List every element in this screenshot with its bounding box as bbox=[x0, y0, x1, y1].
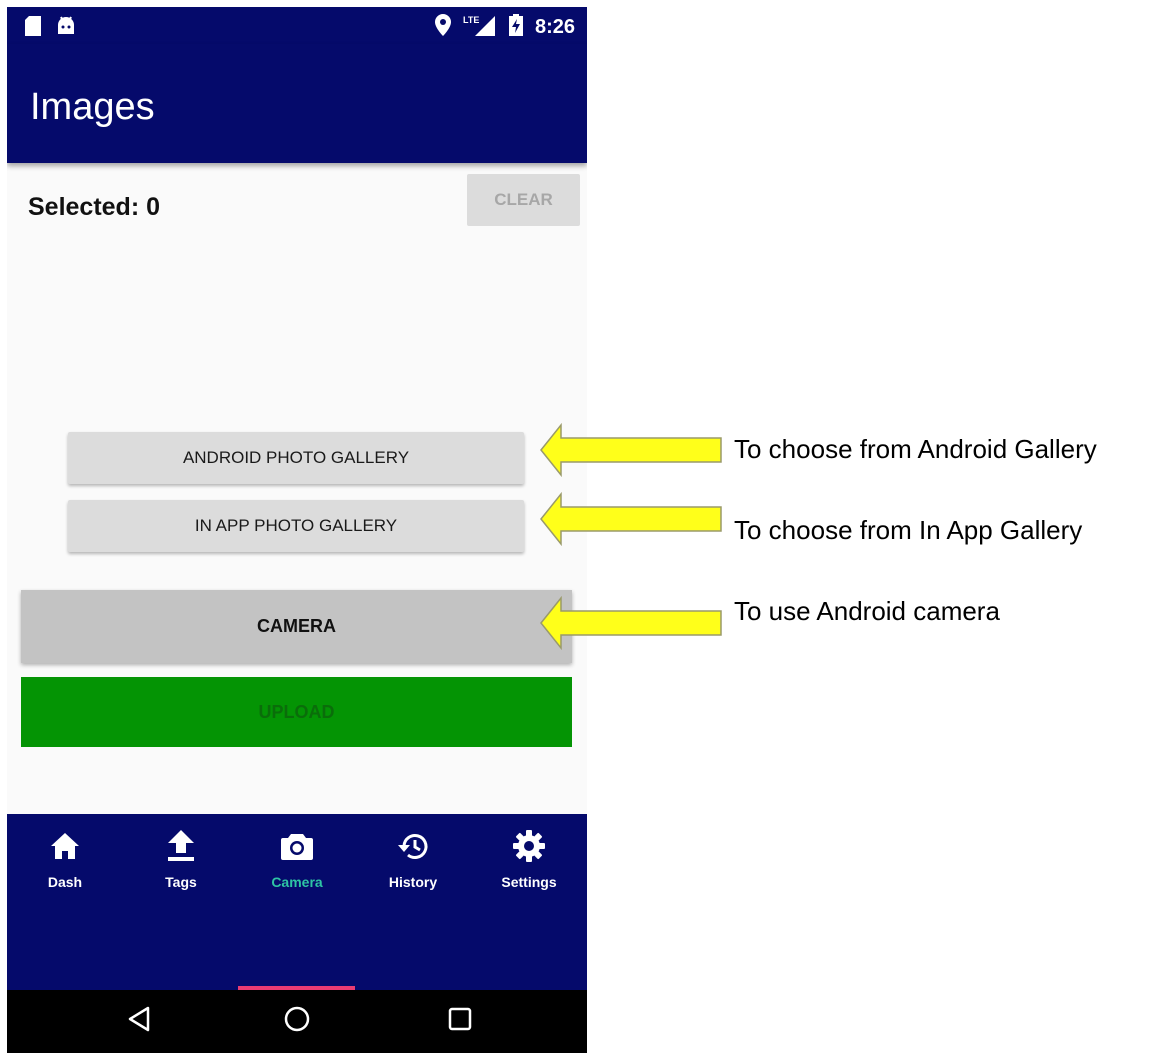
in-app-photo-gallery-button[interactable]: IN APP PHOTO GALLERY bbox=[68, 500, 524, 552]
page-title: Images bbox=[30, 86, 155, 128]
nav-item-settings[interactable]: Settings bbox=[471, 814, 587, 990]
battery-charging-icon bbox=[508, 14, 523, 41]
camera-button[interactable]: CAMERA bbox=[21, 590, 572, 663]
nav-label-dash: Dash bbox=[47, 874, 83, 890]
nav-item-camera[interactable]: Camera bbox=[239, 814, 355, 990]
nav-item-history[interactable]: History bbox=[355, 814, 471, 990]
bottom-navigation: Dash Tags Camera History Settings bbox=[7, 814, 587, 990]
android-icon bbox=[57, 16, 75, 41]
lte-signal-icon: LTE bbox=[463, 14, 497, 41]
annotation-camera: To use Android camera bbox=[734, 596, 1000, 626]
gear-icon bbox=[511, 828, 547, 864]
nav-label-settings: Settings bbox=[501, 874, 557, 890]
nav-item-dash[interactable]: Dash bbox=[7, 814, 123, 990]
history-icon bbox=[395, 828, 431, 864]
nav-label-camera: Camera bbox=[271, 874, 323, 890]
nav-label-history: History bbox=[388, 874, 438, 890]
nav-item-tags[interactable]: Tags bbox=[123, 814, 239, 990]
recents-icon[interactable] bbox=[443, 1002, 477, 1036]
camera-icon bbox=[279, 828, 315, 864]
selected-count-label: Selected: 0 bbox=[28, 193, 161, 221]
annotation-android-gallery: To choose from Android Gallery bbox=[734, 434, 1097, 464]
annotation-in-app-gallery: To choose from In App Gallery bbox=[734, 515, 1083, 545]
status-time: 8:26 bbox=[534, 16, 575, 38]
home-icon bbox=[47, 828, 83, 864]
app-bar: Images bbox=[7, 44, 587, 163]
annotation-arrow-camera bbox=[540, 596, 722, 650]
back-icon[interactable] bbox=[122, 1002, 156, 1036]
system-navigation-bar bbox=[7, 990, 587, 1053]
clear-button[interactable]: CLEAR bbox=[467, 174, 580, 226]
sd-card-icon bbox=[25, 16, 41, 41]
nav-label-tags: Tags bbox=[165, 874, 197, 890]
home-circle-icon[interactable] bbox=[280, 1002, 314, 1036]
android-photo-gallery-button[interactable]: ANDROID PHOTO GALLERY bbox=[68, 432, 524, 484]
status-bar: LTE 8:26 bbox=[7, 7, 587, 44]
svg-text:LTE: LTE bbox=[463, 15, 479, 25]
annotation-arrow-android-gallery bbox=[540, 423, 722, 477]
location-pin-icon bbox=[434, 14, 451, 41]
upload-button[interactable]: UPLOAD bbox=[21, 677, 572, 747]
annotation-arrow-in-app-gallery bbox=[540, 492, 722, 546]
phone-screen: LTE 8:26 Images Selected: 0 CLEAR ANDROI… bbox=[7, 7, 587, 1053]
upload-icon bbox=[163, 828, 199, 864]
